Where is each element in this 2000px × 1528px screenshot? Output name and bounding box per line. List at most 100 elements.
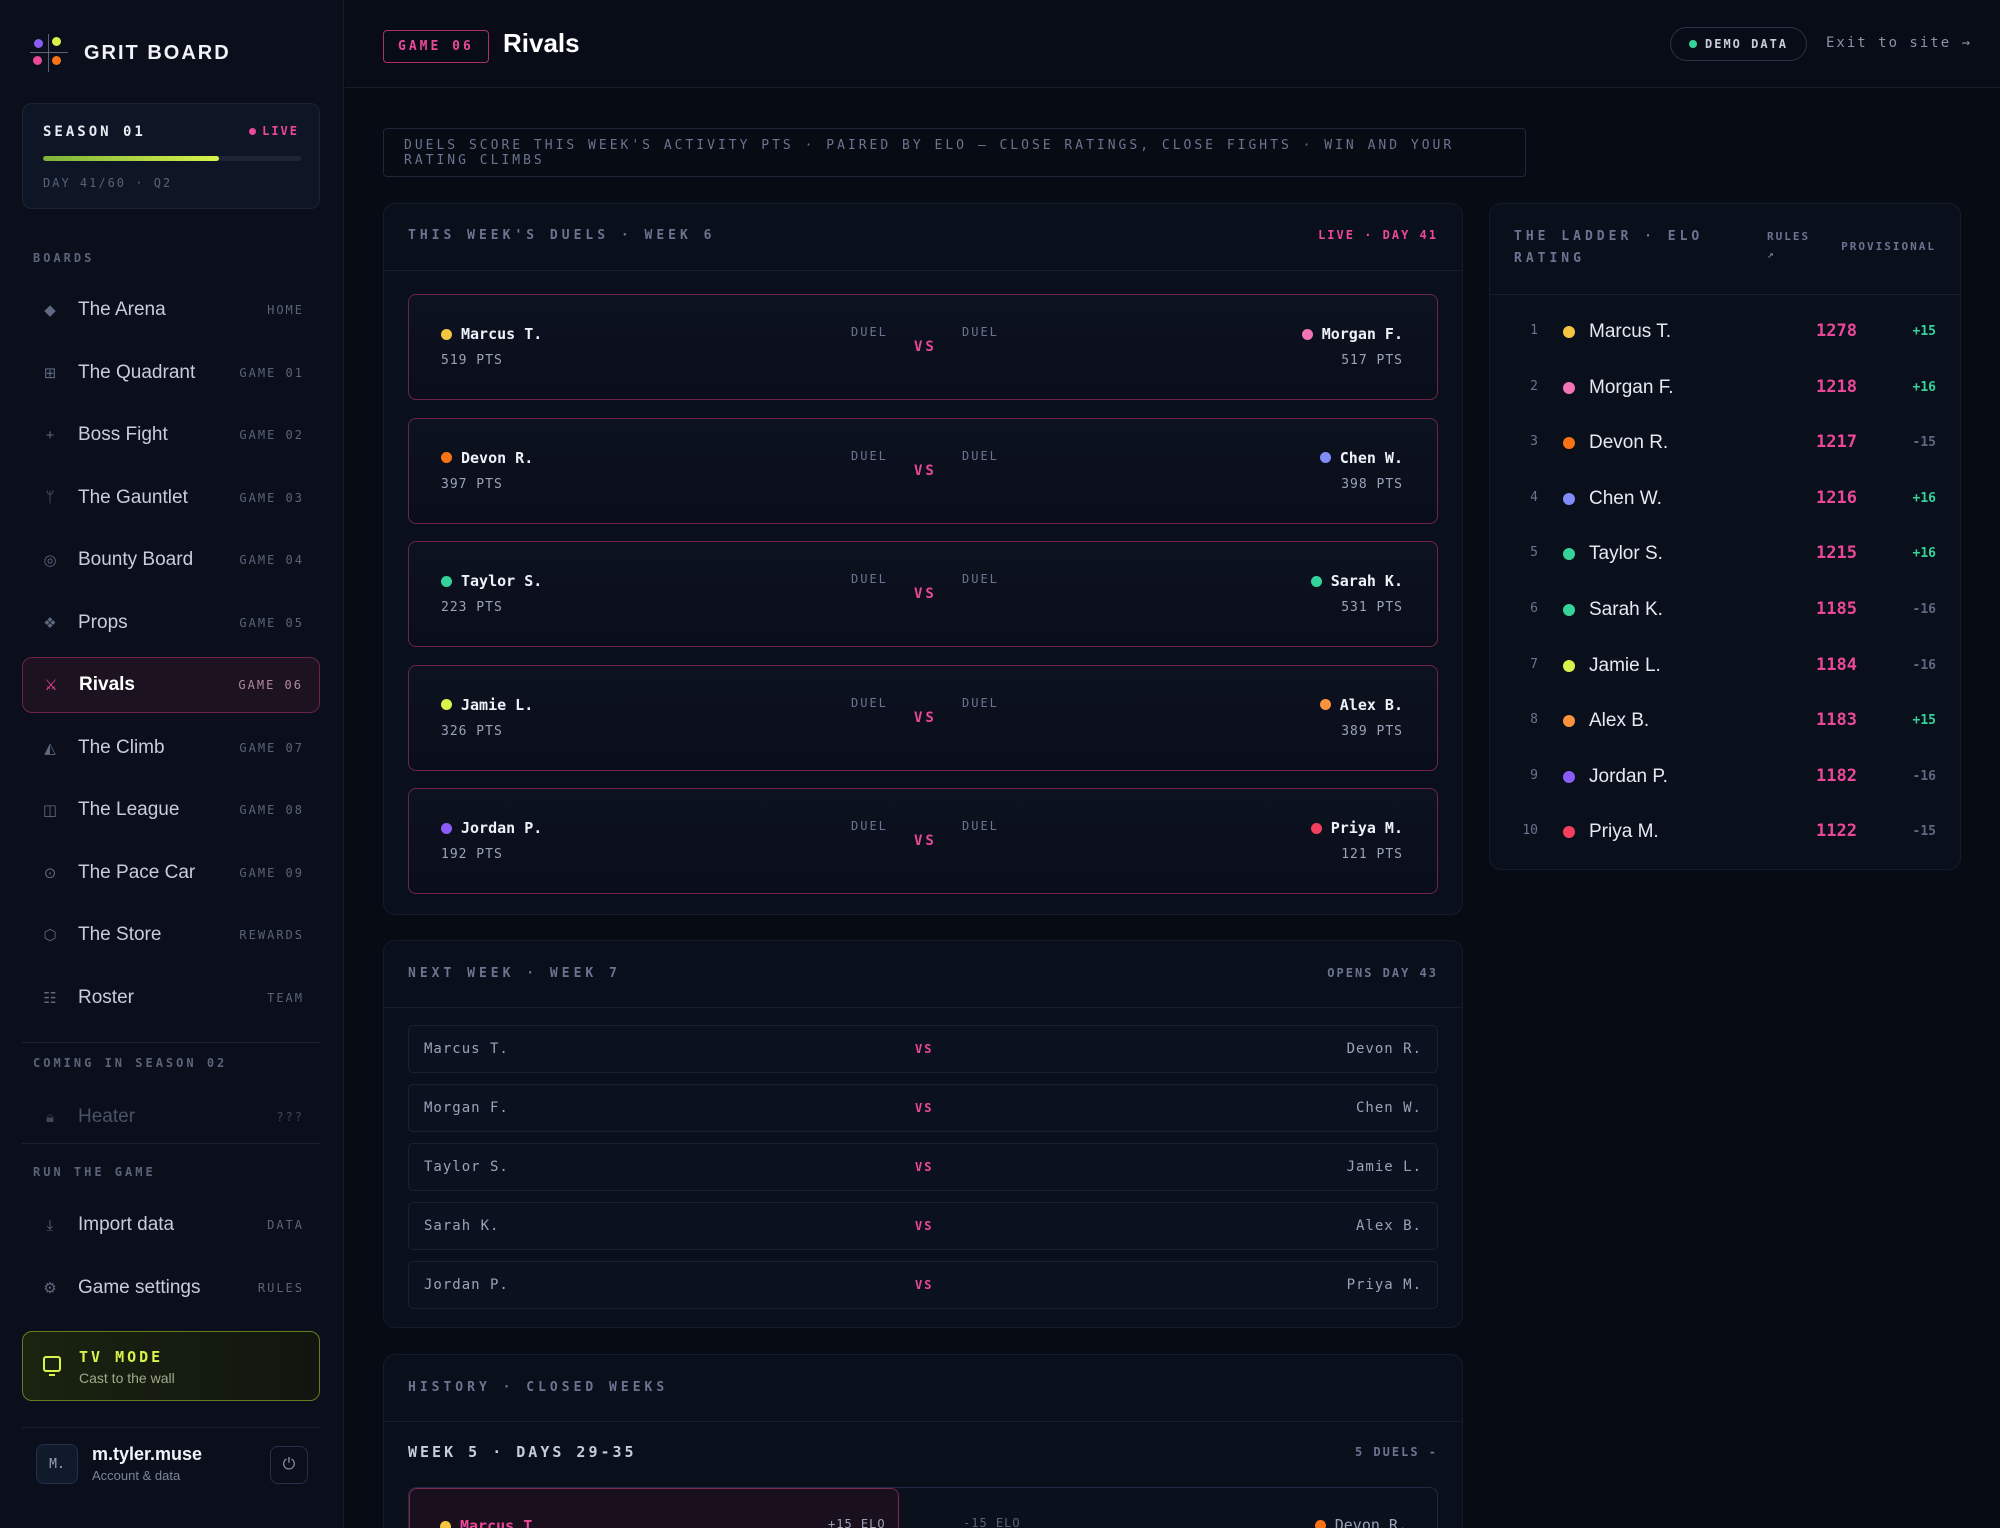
sidebar-item-the-pace-car[interactable]: ⊙ The Pace Car GAME 09: [22, 845, 320, 901]
ladder-row[interactable]: 6 Sarah K. 1185 -16: [1490, 583, 1960, 639]
user-account[interactable]: M. m.tyler.muse Account & data ⏻: [22, 1428, 320, 1500]
duel-label: DUEL: [962, 572, 999, 586]
tv-mode-subtitle: Cast to the wall: [79, 1370, 175, 1386]
player-name: Jordan P.: [461, 819, 543, 837]
ladder-row[interactable]: 1 Marcus T. 1278 +15: [1490, 305, 1960, 361]
rating-change: +15: [1912, 713, 1936, 729]
player-points: 326 PTS: [441, 723, 503, 739]
matchup-left-player: Jordan P.: [424, 1277, 509, 1293]
sidebar-item-bounty-board[interactable]: ◎ Bounty Board GAME 04: [22, 532, 320, 588]
ladder-player-name: Devon R.: [1589, 432, 1669, 454]
sidebar-item-boss-fight[interactable]: + Boss Fight GAME 02: [22, 407, 320, 463]
sidebar-item-label: The Store: [78, 924, 162, 945]
ladder-row[interactable]: 4 Chen W. 1216 +16: [1490, 472, 1960, 528]
duel-card[interactable]: Jordan P. 192 PTS DUEL VS DUEL Priya M. 121 PT…: [408, 788, 1438, 894]
sidebar-item-tag: HOME: [267, 303, 304, 317]
matchup-left-player: Taylor S.: [424, 1159, 509, 1175]
player-dot-icon: [1563, 659, 1575, 672]
duel-card[interactable]: Jamie L. 326 PTS DUEL VS DUEL Alex B. 389 PTS: [408, 664, 1438, 771]
ladder-row[interactable]: 3 Devon R. 1217 -15: [1490, 416, 1960, 472]
player-dot-icon: [1563, 326, 1575, 338]
sidebar-item-the-league[interactable]: ◫ The League GAME 08: [22, 782, 320, 838]
sidebar-item-label: The League: [78, 799, 180, 820]
ladder-player-name: Marcus T.: [1589, 321, 1672, 342]
player-name-row: Taylor S.: [441, 572, 542, 590]
player-dot-icon: [441, 699, 452, 710]
ladder-rules-link[interactable]: RULES ↗: [1767, 228, 1817, 264]
sidebar-divider: [22, 1143, 320, 1144]
player-dot-icon: [1301, 328, 1313, 340]
live-badge: LIVE: [249, 124, 299, 138]
next-week-matchup[interactable]: Morgan F. VS Chen W.: [408, 1084, 1438, 1132]
player-dot-icon: [1563, 548, 1575, 561]
player-dot-icon: [1319, 699, 1331, 710]
next-week-matchup[interactable]: Marcus T. VS Devon R.: [408, 1025, 1438, 1073]
sidebar-item-roster[interactable]: ☷ Roster TEAM: [22, 970, 320, 1026]
matchup-left-player: Sarah K.: [424, 1218, 500, 1234]
history-winner-side: Marcus T. +15 ELO: [409, 1488, 899, 1528]
history-winner: Marcus T.: [440, 1517, 541, 1528]
ladder-rank: 8: [1530, 712, 1538, 728]
sidebar-item-import-data[interactable]: ⤓ Import data DATA: [22, 1197, 320, 1253]
matchup-right-player: Jamie L.: [1346, 1159, 1422, 1175]
user-name: m.tyler.muse: [92, 1444, 203, 1464]
brand[interactable]: GRIT BOARD: [30, 34, 231, 72]
player-points: 121 PTS: [1341, 847, 1403, 862]
next-week-matchup[interactable]: Taylor S. VS Jamie L.: [408, 1143, 1438, 1191]
demo-data-badge[interactable]: DEMO DATA: [1670, 27, 1808, 61]
logout-button[interactable]: ⏻: [270, 1446, 308, 1484]
this-week-duels-panel: THIS WEEK'S DUELS · WEEK 6 LIVE · DAY 41…: [383, 203, 1463, 915]
duel-card[interactable]: Taylor S. 223 PTS DUEL VS DUEL Sarah K. 531 PT…: [408, 541, 1438, 647]
player-dot-icon: [1563, 492, 1575, 505]
sidebar-item-the-arena[interactable]: ◆ The Arena HOME: [22, 282, 320, 338]
history-loser-name: Devon R.: [1334, 1516, 1407, 1528]
player-dot-icon: [1314, 1519, 1326, 1528]
history-duel-card[interactable]: Marcus T. +15 ELO -15 ELO Devon R.: [408, 1487, 1438, 1528]
sidebar-item-label: Rivals: [79, 674, 135, 695]
player-name-row: Chen W.: [1319, 449, 1403, 467]
player-dot-icon: [1563, 770, 1575, 783]
ladder-row[interactable]: 5 Taylor S. 1215 +16: [1490, 527, 1960, 583]
sidebar-item-the-climb[interactable]: ◭ The Climb GAME 07: [22, 720, 320, 776]
sidebar-item-heater: 🔒︎ Heater ???: [22, 1089, 320, 1145]
sidebar-item-props[interactable]: ❖ Props GAME 05: [22, 595, 320, 651]
sidebar-item-the-quadrant[interactable]: ⊞ The Quadrant GAME 01: [22, 345, 320, 401]
ladder-provisional-label: PROVISIONAL: [1841, 240, 1936, 253]
player-dot-icon: [1563, 437, 1575, 450]
ladder-row[interactable]: 8 Alex B. 1183 +15: [1490, 694, 1960, 750]
history-duel-count[interactable]: 5 DUELS -: [1355, 1445, 1438, 1459]
next-week-matchup[interactable]: Jordan P. VS Priya M.: [408, 1261, 1438, 1309]
sidebar-item-the-store[interactable]: ⬡ The Store REWARDS: [22, 907, 320, 963]
sidebar-item-tag: DATA: [267, 1218, 304, 1232]
brand-name: GRIT BOARD: [84, 41, 231, 64]
player-dot-icon: [441, 452, 452, 463]
rating-change: -15: [1912, 435, 1936, 451]
duel-card[interactable]: Marcus T. 519 PTS DUEL VS DUEL Morgan F. 517 P…: [408, 294, 1438, 400]
next-week-status: OPENS DAY 43: [1327, 966, 1438, 980]
avatar[interactable]: M.: [36, 1444, 78, 1484]
sidebar-item-rivals[interactable]: ⚔ Rivals GAME 06: [22, 657, 320, 713]
boss-fight-icon: +: [45, 426, 55, 444]
player-dot-icon: [1563, 381, 1575, 394]
sidebar-item-label: Bounty Board: [78, 549, 194, 570]
ladder-row[interactable]: 9 Jordan P. 1182 -16: [1490, 750, 1960, 806]
ladder-row[interactable]: 10 Priya M. 1122 -15: [1490, 805, 1960, 861]
page-header: GAME 06 Rivals DEMO DATA Exit to site →: [345, 0, 2000, 88]
next-week-matchup[interactable]: Sarah K. VS Alex B.: [408, 1202, 1438, 1250]
sidebar-item-game-settings[interactable]: ⚙ Game settings RULES: [22, 1260, 320, 1316]
sidebar: GRIT BOARD SEASON 01 LIVE DAY 41/60 · Q2…: [0, 0, 344, 1528]
elo-ladder-panel: THE LADDER · ELO RATING RULES ↗ PROVISIO…: [1489, 203, 1961, 870]
ladder-row[interactable]: 7 Jamie L. 1184 -16: [1490, 639, 1960, 695]
tv-mode-button[interactable]: TV MODE Cast to the wall: [22, 1331, 320, 1401]
season-progress-fill: [43, 156, 220, 161]
duel-left-player: Taylor S. 223 PTS: [441, 572, 542, 615]
tv-icon: [43, 1356, 61, 1376]
sidebar-item-label: Props: [78, 611, 128, 633]
ladder-rank: 10: [1522, 823, 1538, 839]
duel-card[interactable]: Devon R. 397 PTS DUEL VS DUEL Chen W. 398 PTS: [408, 417, 1438, 524]
exit-to-site-link[interactable]: Exit to site →: [1826, 35, 1972, 51]
sidebar-item-label: Roster: [78, 986, 134, 1008]
player-points: 223 PTS: [441, 600, 503, 615]
sidebar-item-the-gauntlet[interactable]: ᛘ The Gauntlet GAME 03: [22, 470, 320, 526]
ladder-row[interactable]: 2 Morgan F. 1218 +16: [1490, 361, 1960, 417]
